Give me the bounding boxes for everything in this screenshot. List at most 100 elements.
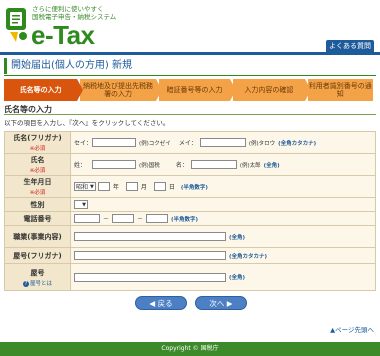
row-occupation: 職業(事業内容) (全角) — [5, 226, 375, 248]
value-birth: 昭和 ▼ 年 月 日 (半角数字) — [71, 176, 375, 197]
name-hint: (全角) — [263, 162, 280, 169]
next-button[interactable]: 次へ ▶ — [195, 296, 247, 310]
shop-hint: (全角) — [229, 275, 246, 281]
arrow-right-icon: ▶ — [226, 299, 233, 308]
label-name-text: 氏名 — [30, 156, 45, 164]
label-gender-text: 性別 — [30, 200, 45, 209]
label-gender: 性別 — [5, 198, 71, 211]
value-gender: ▼ — [71, 198, 375, 211]
phone-area-input[interactable] — [74, 214, 100, 223]
month-unit: 月 — [140, 184, 147, 191]
step-confirm: 入力内容の確認 — [233, 79, 312, 101]
phone-hint: (半角数字) — [171, 216, 199, 223]
row-name: 氏名 ※必須 姓： (例)国税 名： (例)太郎 (全角) — [5, 154, 375, 176]
occupation-hint: (全角) — [229, 234, 246, 241]
logo-wordmark: e-Tax — [31, 20, 95, 50]
label-name-kana-text: 氏名(フリガナ) — [13, 134, 62, 142]
page-top-link[interactable]: ▲ページ先頭へ — [330, 324, 374, 334]
mei-kana-input[interactable] — [199, 138, 246, 147]
label-shop: 屋号 ? 屋号とは — [5, 264, 71, 290]
label-birth: 生年月日 ※必須 — [5, 176, 71, 197]
label-shop-text: 屋号 — [30, 268, 45, 277]
birth-day-input[interactable] — [153, 182, 166, 191]
mei-kana-example: (例)タロウ — [248, 140, 276, 147]
progress-steps: 氏名等の入力 納税地及び提出先税務署の入力 暗証番号等の入力 入力内容の確認 利… — [4, 79, 376, 101]
row-shop: 屋号 ? 屋号とは (全角) — [5, 264, 375, 290]
header-divider — [0, 52, 380, 55]
help-icon: ? — [22, 280, 29, 287]
row-name-kana: 氏名(フリガナ) ※必須 セイ： (例)コクゼイ メイ： (例)タロウ (全角カ… — [5, 132, 375, 154]
value-occupation: (全角) — [71, 226, 375, 247]
next-button-label: 次へ — [209, 299, 225, 308]
gender-select[interactable]: ▼ — [74, 200, 88, 209]
label-shop-kana: 屋号(フリガナ) — [5, 248, 71, 263]
label-shop-kana-text: 屋号(フリガナ) — [13, 251, 62, 260]
shop-kana-hint: (全角カタカナ) — [229, 253, 268, 260]
sei-example: (例)国税 — [139, 162, 160, 169]
label-phone-text: 電話番号 — [23, 214, 52, 223]
logo-tagline-1: さらに便利に使いやすく — [32, 5, 104, 13]
required-mark: ※必須 — [29, 190, 46, 196]
row-gender: 性別 ▼ — [5, 198, 375, 212]
phone-number-input[interactable] — [146, 214, 169, 223]
shop-help-link[interactable]: ? 屋号とは — [22, 279, 52, 287]
row-shop-kana: 屋号(フリガナ) (全角カタカナ) — [5, 248, 375, 264]
row-birth: 生年月日 ※必須 昭和 ▼ 年 月 日 (半角数字) — [5, 176, 375, 198]
label-occupation-text: 職業(事業内容) — [13, 232, 62, 241]
sei-kana-example: (例)コクゼイ — [139, 140, 171, 147]
sei-input[interactable] — [92, 160, 137, 169]
row-phone: 電話番号 － － (半角数字) — [5, 212, 375, 226]
value-phone: － － (半角数字) — [71, 212, 375, 225]
etax-logo[interactable]: さらに便利に使いやすく 国税電子申告・納税システム e-Tax — [4, 2, 134, 50]
back-button-label: 戻る — [157, 299, 173, 308]
step-user-id-notice: 利用者識別番号の通知 — [307, 79, 374, 101]
step-pin-input: 暗証番号等の入力 — [158, 79, 237, 101]
phone-exchange-input[interactable] — [112, 214, 135, 223]
shop-help-text: 屋号とは — [29, 280, 52, 287]
name-kana-hint: (全角カタカナ) — [278, 140, 317, 147]
site-header: さらに便利に使いやすく 国税電子申告・納税システム e-Tax よくある質問 — [0, 0, 380, 52]
value-name: 姓： (例)国税 名： (例)太郎 (全角) — [71, 154, 375, 175]
year-unit: 年 — [112, 184, 119, 191]
step-address-input: 納税地及び提出先税務署の入力 — [80, 79, 163, 101]
page-title-underline — [4, 75, 376, 76]
day-unit: 日 — [168, 184, 175, 191]
step-name-input: 氏名等の入力 — [4, 79, 84, 101]
era-select-value: 昭和 — [76, 184, 89, 191]
required-mark: ※必須 — [29, 146, 46, 152]
birth-year-input[interactable] — [97, 182, 110, 191]
birth-month-input[interactable] — [125, 182, 138, 191]
value-shop-kana: (全角カタカナ) — [71, 248, 375, 263]
required-mark: ※必須 — [29, 168, 46, 174]
era-select[interactable]: 昭和 ▼ — [74, 182, 96, 191]
value-name-kana: セイ： (例)コクゼイ メイ： (例)タロウ (全角カタカナ) — [71, 132, 375, 153]
shop-kana-input[interactable] — [74, 251, 226, 260]
etax-mascot-icon — [6, 8, 27, 42]
entry-form: 氏名(フリガナ) ※必須 セイ： (例)コクゼイ メイ： (例)タロウ (全角カ… — [4, 131, 376, 291]
back-button[interactable]: ◀ 戻る — [135, 296, 187, 310]
mei-input[interactable] — [190, 160, 237, 169]
faq-link[interactable]: よくある質問 — [326, 40, 374, 52]
mei-kana-label: メイ： — [178, 140, 197, 147]
footer-copyright: Copyright © 国税庁 — [0, 342, 380, 356]
label-name: 氏名 ※必須 — [5, 154, 71, 175]
page-top-text: ページ先頭へ — [335, 326, 374, 334]
phone-separator: － — [137, 216, 144, 223]
mei-label: 名： — [175, 162, 188, 169]
sei-label: 姓： — [74, 162, 87, 169]
page-title: 開始届出(個人の方用) 新規 — [4, 58, 376, 74]
sei-kana-input[interactable] — [92, 138, 137, 147]
sei-kana-label: セイ： — [74, 140, 93, 147]
section-intro: 以下の項目を入力し、『次へ』をクリックしてください。 — [4, 119, 170, 127]
occupation-input[interactable] — [74, 232, 226, 241]
arrow-left-icon: ◀ — [149, 299, 156, 308]
value-shop: (全角) — [71, 264, 375, 290]
label-phone: 電話番号 — [5, 212, 71, 225]
phone-separator: － — [103, 216, 110, 223]
logo-tagline: さらに便利に使いやすく 国税電子申告・納税システム — [32, 5, 116, 21]
label-occupation: 職業(事業内容) — [5, 226, 71, 247]
label-birth-text: 生年月日 — [23, 178, 52, 186]
shop-input[interactable] — [74, 272, 226, 282]
birth-hint: (半角数字) — [180, 184, 208, 191]
section-divider — [4, 114, 376, 115]
